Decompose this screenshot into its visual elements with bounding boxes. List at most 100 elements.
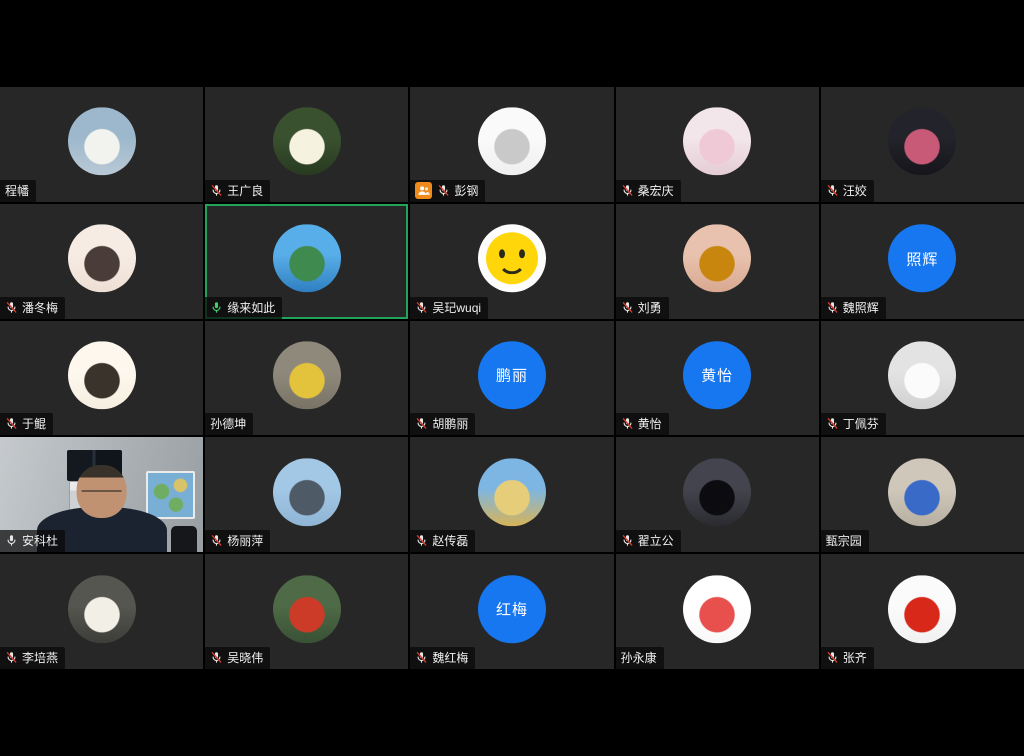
participant-tile[interactable]: 黄怡黄怡 — [616, 321, 819, 436]
mic-muted-icon — [621, 534, 634, 547]
avatar — [68, 341, 136, 409]
avatar — [68, 575, 136, 643]
avatar — [478, 458, 546, 526]
participant-tile[interactable]: 照辉魏照辉 — [821, 204, 1024, 319]
mic-muted-icon — [826, 417, 839, 430]
participant-name: 张齐 — [843, 649, 867, 666]
avatar — [683, 575, 751, 643]
participant-tile[interactable]: 甄宗园 — [821, 437, 1024, 552]
meeting-window: 程幡 王广良 彭钢 桑宏庆 汪姣潘冬梅 缘来如此 吴玘wuqi 刘勇 照辉魏照辉于鲲 孙德坤 鹏丽胡… — [0, 0, 1024, 756]
nameplate: 缘来如此 — [205, 297, 282, 319]
avatar — [273, 108, 341, 176]
participant-name: 安科杜 — [22, 532, 58, 549]
avatar — [888, 341, 956, 409]
avatar: 黄怡 — [683, 341, 751, 409]
person-badge-icon — [415, 182, 432, 199]
nameplate: 彭钢 — [410, 180, 485, 202]
mic-muted-icon — [826, 184, 839, 197]
nameplate: 胡鹏丽 — [410, 413, 475, 435]
avatar — [68, 108, 136, 176]
mic-on-icon — [5, 534, 18, 547]
mic-muted-icon — [621, 301, 634, 314]
participant-name: 彭钢 — [454, 182, 478, 199]
participant-name: 杨丽萍 — [227, 532, 263, 549]
participant-tile[interactable]: 潘冬梅 — [0, 204, 203, 319]
participant-tile[interactable]: 张齐 — [821, 554, 1024, 669]
participant-name: 缘来如此 — [227, 299, 275, 316]
avatar — [888, 575, 956, 643]
avatar — [683, 108, 751, 176]
participant-tile[interactable]: 吴晓伟 — [205, 554, 408, 669]
nameplate: 于鲲 — [0, 413, 53, 435]
participant-tile[interactable]: 孙德坤 — [205, 321, 408, 436]
mic-muted-icon — [415, 534, 428, 547]
participant-name: 刘勇 — [638, 299, 662, 316]
avatar-initials: 黄怡 — [701, 365, 733, 386]
participant-tile[interactable]: 安科杜 — [0, 437, 203, 552]
participant-name: 翟立公 — [638, 532, 674, 549]
nameplate: 汪姣 — [821, 180, 874, 202]
avatar: 鹏丽 — [478, 341, 546, 409]
participant-tile[interactable]: 鹏丽胡鹏丽 — [410, 321, 613, 436]
nameplate: 李培燕 — [0, 647, 65, 669]
mic-muted-icon — [210, 184, 223, 197]
mic-muted-icon — [210, 651, 223, 664]
participant-tile[interactable]: 杨丽萍 — [205, 437, 408, 552]
nameplate: 吴玘wuqi — [410, 297, 488, 319]
participant-tile[interactable]: 翟立公 — [616, 437, 819, 552]
smiley-face-icon — [486, 232, 538, 284]
mic-muted-icon — [210, 534, 223, 547]
participant-tile[interactable]: 丁佩芬 — [821, 321, 1024, 436]
participant-tile[interactable]: 缘来如此 — [205, 204, 408, 319]
participant-tile[interactable]: 彭钢 — [410, 87, 613, 202]
avatar-initials: 鹏丽 — [496, 365, 528, 386]
participant-tile[interactable]: 吴玘wuqi — [410, 204, 613, 319]
nameplate: 张齐 — [821, 647, 874, 669]
participant-tile[interactable]: 桑宏庆 — [616, 87, 819, 202]
participant-tile[interactable]: 孙永康 — [616, 554, 819, 669]
nameplate: 黄怡 — [616, 413, 669, 435]
participant-name: 于鲲 — [22, 415, 46, 432]
mic-muted-icon — [415, 301, 428, 314]
nameplate: 孙德坤 — [205, 413, 253, 435]
participant-name: 吴晓伟 — [227, 649, 263, 666]
participant-name: 潘冬梅 — [22, 299, 58, 316]
avatar — [888, 108, 956, 176]
avatar — [273, 575, 341, 643]
participant-tile[interactable]: 程幡 — [0, 87, 203, 202]
participant-name: 程幡 — [5, 182, 29, 199]
participant-tile[interactable]: 汪姣 — [821, 87, 1024, 202]
participant-tile[interactable]: 红梅魏红梅 — [410, 554, 613, 669]
nameplate: 吴晓伟 — [205, 647, 270, 669]
avatar — [273, 224, 341, 292]
mic-muted-icon — [621, 417, 634, 430]
nameplate: 翟立公 — [616, 530, 681, 552]
nameplate: 孙永康 — [616, 647, 664, 669]
nameplate: 魏红梅 — [410, 647, 475, 669]
participant-name: 魏红梅 — [432, 649, 468, 666]
mic-muted-icon — [5, 651, 18, 664]
participant-name: 孙永康 — [621, 649, 657, 666]
participant-name: 桑宏庆 — [638, 182, 674, 199]
nameplate: 甄宗园 — [821, 530, 869, 552]
nameplate: 王广良 — [205, 180, 270, 202]
avatar — [478, 108, 546, 176]
participant-tile[interactable]: 于鲲 — [0, 321, 203, 436]
mic-speaking-icon — [210, 301, 223, 314]
participant-tile[interactable]: 赵传磊 — [410, 437, 613, 552]
participant-tile[interactable]: 王广良 — [205, 87, 408, 202]
avatar — [683, 224, 751, 292]
participant-tile[interactable]: 刘勇 — [616, 204, 819, 319]
avatar: 照辉 — [888, 224, 956, 292]
nameplate: 刘勇 — [616, 297, 669, 319]
mic-muted-icon — [621, 184, 634, 197]
participant-tile[interactable]: 李培燕 — [0, 554, 203, 669]
mic-muted-icon — [826, 301, 839, 314]
nameplate: 丁佩芬 — [821, 413, 886, 435]
nameplate: 桑宏庆 — [616, 180, 681, 202]
mic-muted-icon — [415, 651, 428, 664]
avatar-initials: 红梅 — [496, 598, 528, 619]
avatar — [273, 458, 341, 526]
participant-name: 丁佩芬 — [843, 415, 879, 432]
nameplate: 杨丽萍 — [205, 530, 270, 552]
